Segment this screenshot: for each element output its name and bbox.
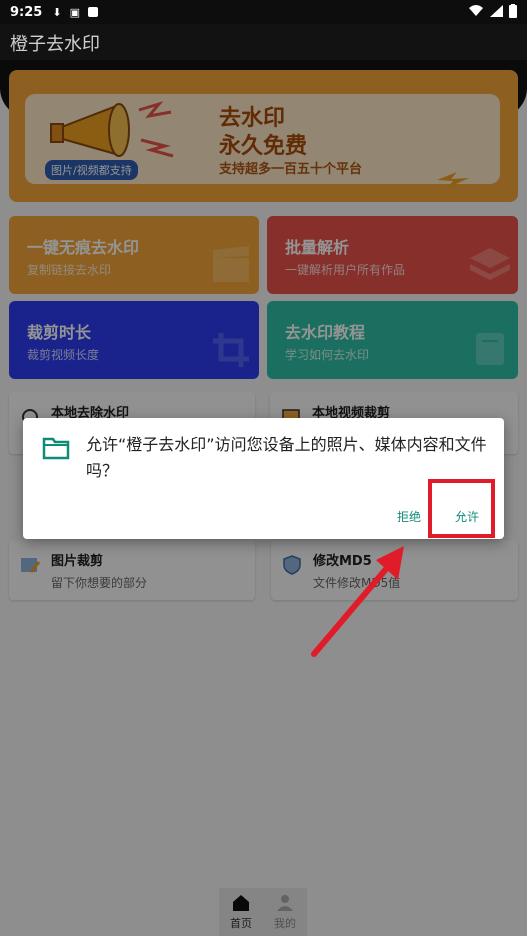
permission-message: 允许“橙子去水印”访问您设备上的照片、媒体内容和文件吗？: [86, 435, 487, 480]
download-icon: ⬇: [52, 5, 62, 19]
notification-square-icon: [87, 7, 98, 17]
allow-highlight-box: [428, 479, 495, 538]
battery-icon: [509, 4, 517, 18]
deny-button[interactable]: 拒绝: [393, 502, 425, 531]
app-title: 橙子去水印: [10, 34, 100, 55]
folder-icon: [42, 437, 70, 460]
arrow-annotation-icon: [311, 546, 404, 657]
signal-icon: [490, 5, 503, 17]
status-time: 9:25: [10, 4, 43, 20]
status-bar: 9:25 ⬇ ▣: [0, 0, 527, 24]
wifi-icon: [469, 5, 483, 16]
notification-a-icon: ▣: [69, 5, 80, 19]
